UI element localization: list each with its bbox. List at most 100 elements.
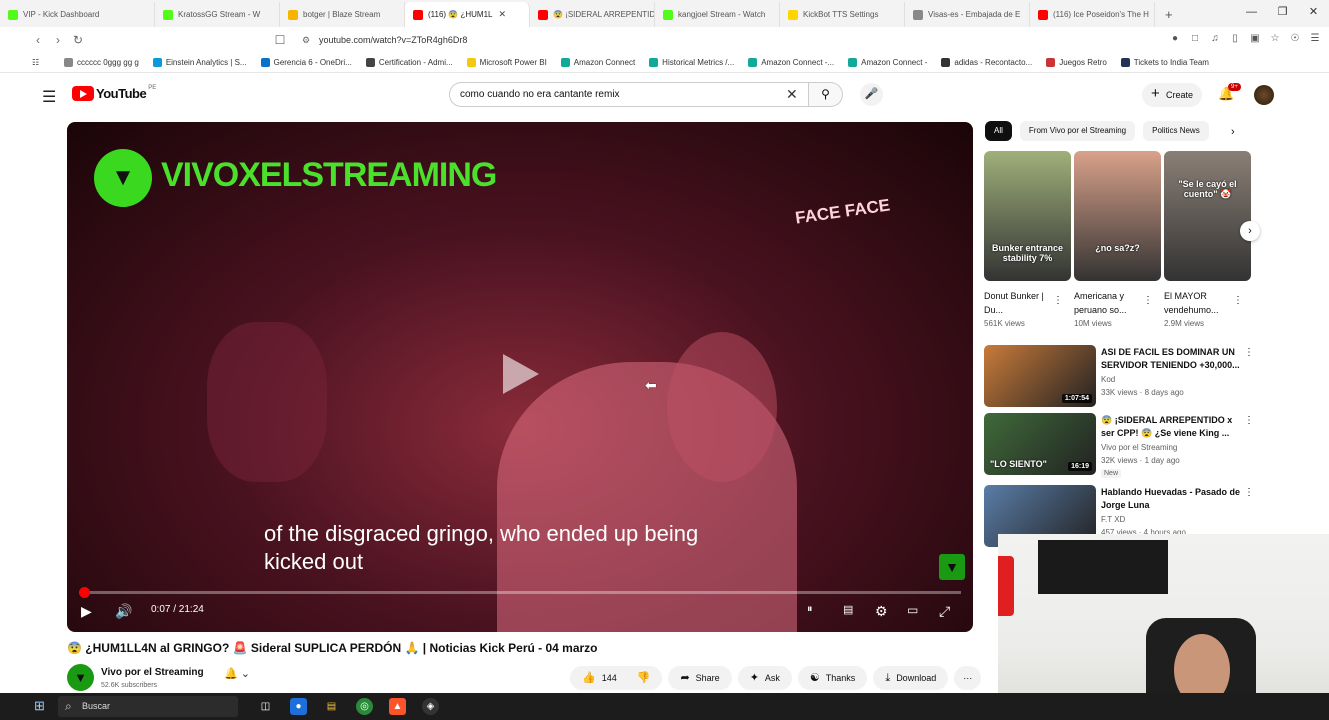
ask-button[interactable]: ✦ Ask: [737, 666, 792, 690]
brave-icon[interactable]: ▲: [389, 698, 406, 715]
bookmark-item[interactable]: Certification - Admi...: [365, 58, 453, 67]
channel-name[interactable]: Kod: [1101, 375, 1115, 384]
filter-chip[interactable]: All: [985, 121, 1012, 141]
browser-tab[interactable]: KickBot TTS Settings: [780, 2, 905, 27]
subscription-bell-button[interactable]: 🔔 ⌄: [224, 667, 270, 689]
bookmark-item[interactable]: Juegos Retro: [1046, 58, 1107, 67]
video-title[interactable]: ASI DE FACIL ES DOMINAR UN SERVIDOR TENI…: [1101, 346, 1241, 372]
bookmark-item[interactable]: adidas - Recontacto...: [941, 58, 1032, 67]
menu-icon[interactable]: ☰: [1309, 32, 1321, 46]
chevron-right-icon[interactable]: ›: [1231, 126, 1235, 138]
video-title[interactable]: Hablando Huevadas - Pasado de Jorge Luna: [1101, 486, 1241, 512]
avatar[interactable]: [1254, 85, 1274, 105]
channel-name[interactable]: Vivo por el Streaming: [1101, 443, 1177, 452]
new-tab-button[interactable]: +: [1155, 2, 1183, 27]
star-icon[interactable]: ☆: [1269, 32, 1281, 46]
extension-icon[interactable]: □: [1189, 32, 1201, 46]
theater-mode-icon[interactable]: ▭: [907, 603, 918, 617]
reload-icon[interactable]: ↻: [68, 33, 88, 47]
browser-tab[interactable]: 😨 ¡SIDERAL ARREPENTID: [530, 2, 655, 27]
close-window-icon[interactable]: ✕: [1298, 0, 1329, 25]
search-button[interactable]: ⚲: [809, 82, 843, 107]
browser-tab[interactable]: VIP - Kick Dashboard: [0, 2, 155, 27]
bookmark-item[interactable]: Tickets to India Team: [1120, 58, 1209, 67]
sidebar-icon[interactable]: ▯: [1229, 32, 1241, 46]
shorts-next-icon[interactable]: ›: [1240, 221, 1260, 241]
short-thumbnail[interactable]: "Se le cayó el cuento" 🤡: [1164, 151, 1251, 281]
channel-name[interactable]: F.T XD: [1101, 515, 1125, 524]
create-button[interactable]: Create: [1142, 82, 1202, 107]
autoplay-toggle-icon[interactable]: ⏸: [807, 603, 813, 616]
like-button[interactable]: 👍 144 👎: [570, 666, 663, 690]
close-tab-icon[interactable]: ✕: [499, 9, 507, 20]
address-bar[interactable]: ⚙ youtube.com/watch?v=ZToR4gh6Dr8: [297, 31, 1017, 49]
bookmark-item[interactable]: Historical Metrics /...: [649, 58, 734, 67]
captions-icon[interactable]: ▤: [843, 603, 853, 616]
channel-name[interactable]: Vivo por el Streaming: [101, 667, 204, 678]
more-options-icon[interactable]: ⋮: [1244, 487, 1254, 498]
site-info-icon[interactable]: ⚙: [302, 31, 310, 49]
clear-search-icon[interactable]: ✕: [786, 86, 798, 103]
short-title[interactable]: El MAYOR vendehumo...: [1164, 289, 1239, 317]
short-title[interactable]: Donut Bunker | Du...: [984, 289, 1059, 317]
file-explorer-icon[interactable]: ▤: [323, 698, 340, 715]
back-icon[interactable]: ‹: [28, 33, 48, 47]
browser-tab[interactable]: KratossGG Stream - W: [155, 2, 280, 27]
video-player[interactable]: ▼ VIVOXELSTREAMING FACE FACE of the disg…: [67, 122, 973, 632]
bookmark-icon[interactable]: ☐: [270, 33, 290, 47]
wallet-icon[interactable]: ▣: [1249, 32, 1261, 46]
recommended-video[interactable]: "LO SIENTO" 16:19 😨 ¡SIDERAL ARREPENTIDO x…: [984, 413, 1294, 478]
bookmark-item[interactable]: Microsoft Power BI: [466, 58, 547, 67]
browser-tab[interactable]: (116) 😨 ¿HUM1L ✕: [405, 2, 530, 27]
extension-icon[interactable]: ●: [1169, 32, 1181, 46]
recommended-video[interactable]: 1:07:54 ASI DE FACIL ES DOMINAR UN SERVID…: [984, 345, 1294, 407]
progress-bar[interactable]: [78, 587, 961, 598]
video-thumbnail[interactable]: "LO SIENTO" 16:19: [984, 413, 1096, 475]
chrome-icon[interactable]: ◎: [356, 698, 373, 715]
short-card[interactable]: Bunker entrance stability 7% Donut Bunker…: [984, 151, 1071, 328]
voice-search-icon[interactable]: 🎤: [860, 83, 883, 106]
video-title[interactable]: 😨 ¡SIDERAL ARREPENTIDO x ser CPP! 😨 ¿Se …: [1101, 414, 1241, 440]
bookmark-item[interactable]: Amazon Connect -: [848, 58, 927, 67]
bookmark-item[interactable]: cccccc 0ggg gg g: [64, 58, 139, 67]
short-title[interactable]: Americana y peruano so...: [1074, 289, 1149, 317]
music-icon[interactable]: ♫: [1209, 32, 1221, 46]
share-button[interactable]: ➦ Share: [668, 666, 732, 690]
bookmark-item[interactable]: Amazon Connect: [560, 58, 635, 67]
bookmark-item[interactable]: Gerencia 6 - OneDri...: [260, 58, 352, 67]
dislike-icon[interactable]: 👎: [637, 666, 651, 690]
short-card[interactable]: "Se le cayó el cuento" 🤡 El MAYOR vendehu…: [1164, 151, 1251, 328]
big-play-icon[interactable]: [501, 352, 541, 396]
scrubber-handle[interactable]: [78, 587, 90, 598]
more-actions-button[interactable]: ⋯: [954, 666, 982, 690]
download-button[interactable]: ⤓ Download: [873, 666, 949, 690]
search-input[interactable]: como cuando no era cantante remix: [449, 82, 809, 107]
task-view-icon[interactable]: ◫: [257, 698, 274, 715]
bookmark-item[interactable]: Amazon Connect -...: [748, 58, 834, 67]
taskbar-search-input[interactable]: Buscar: [58, 696, 238, 717]
more-options-icon[interactable]: ⋮: [1143, 295, 1153, 306]
bookmark-item[interactable]: Einstein Analytics | S...: [152, 58, 247, 67]
channel-avatar[interactable]: ▼: [67, 664, 94, 691]
shield-icon[interactable]: ☉: [1289, 32, 1301, 46]
filter-chip[interactable]: From Vivo por el Streaming: [1019, 121, 1136, 141]
browser-tab[interactable]: kangjoel Stream - Watch: [655, 2, 780, 27]
browser-tab[interactable]: (116) Ice Poseidon's The H: [1030, 2, 1155, 27]
forward-icon[interactable]: ›: [48, 33, 68, 47]
more-options-icon[interactable]: ⋮: [1244, 347, 1254, 358]
minimize-icon[interactable]: —: [1236, 0, 1267, 25]
apps-icon[interactable]: ☷: [32, 58, 39, 67]
short-thumbnail[interactable]: Bunker entrance stability 7%: [984, 151, 1071, 281]
more-options-icon[interactable]: ⋮: [1233, 295, 1243, 306]
settings-gear-icon[interactable]: ⚙: [875, 603, 888, 620]
restore-icon[interactable]: ❐: [1267, 0, 1298, 25]
short-thumbnail[interactable]: ¿no sa?z?: [1074, 151, 1161, 281]
browser-tab[interactable]: Visas-es - Embajada de E: [905, 2, 1030, 27]
app-icon[interactable]: ●: [290, 698, 307, 715]
volume-icon[interactable]: 🔊: [115, 603, 132, 620]
youtube-logo[interactable]: YouTube PE: [72, 85, 156, 101]
browser-tab[interactable]: botger | Blaze Stream: [280, 2, 405, 27]
fullscreen-icon[interactable]: ⤢: [939, 603, 950, 620]
short-card[interactable]: ¿no sa?z? Americana y peruano so... 10M vi…: [1074, 151, 1161, 328]
app-icon[interactable]: ◈: [422, 698, 439, 715]
